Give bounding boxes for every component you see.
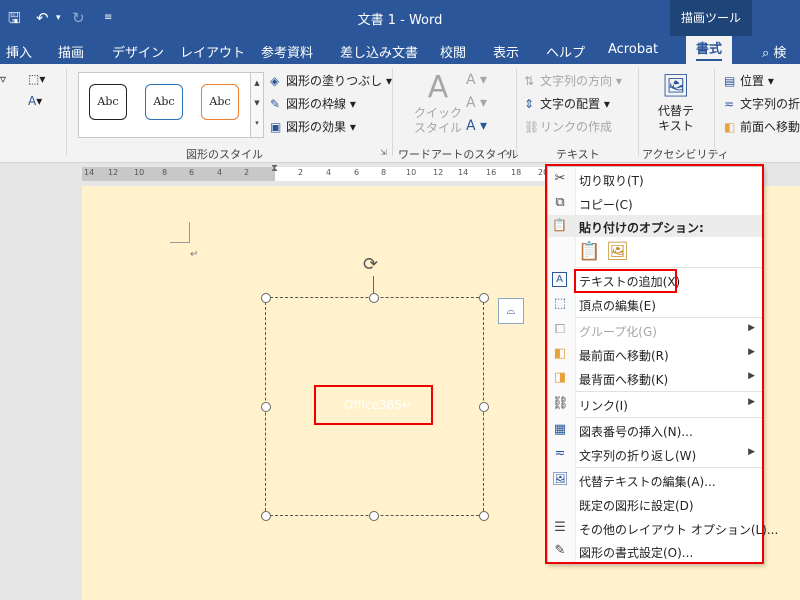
ruler-number: 14: [458, 168, 469, 177]
resize-handle-top-right[interactable]: [479, 293, 489, 303]
paragraph-mark: ↵: [190, 249, 199, 260]
ruler-number: 4: [217, 168, 223, 177]
text-direction-icon: ⇅: [524, 74, 535, 88]
shape-styles-group-label: 図形のスタイル: [186, 148, 263, 161]
ruler-number: 10: [134, 168, 145, 177]
bring-forward-button[interactable]: ◧ 前面へ移動: [724, 118, 800, 135]
ruler-number: 2: [244, 168, 250, 177]
wrap-text-button[interactable]: ≂ 文字列の折: [724, 95, 800, 112]
drawing-tools-context-title: 描画ツール: [670, 0, 752, 36]
tab-view[interactable]: 表示: [493, 42, 519, 61]
alt-text-label-1: 代替テ: [657, 104, 694, 118]
wordart-group-label: ワードアートのスタイル: [398, 148, 519, 161]
ribbon-separator: [714, 68, 715, 156]
shape-style-black[interactable]: Abc: [89, 84, 127, 120]
alt-text-button[interactable]: 🖼 代替テ キスト: [648, 70, 704, 134]
resize-handle-bottom-right[interactable]: [479, 511, 489, 521]
alt-text-icon: 🖼: [662, 74, 690, 99]
tab-references[interactable]: 参考資料: [261, 42, 313, 61]
ribbon: ▿ ⬚▾ A▾ Abc Abc Abc ▲ ▼ ▾ ◈ 図形の塗りつぶし ▾ ✎ 図形の…: [0, 64, 800, 163]
title-bar: 🖫 ↶ ▾ ↻ ≡ 文書 1 - Word 描画ツール: [0, 0, 800, 36]
context-menu-highlight: [545, 164, 764, 564]
shape-style-blue[interactable]: Abc: [145, 84, 183, 120]
ruler-number: 16: [486, 168, 497, 177]
ruler-number: 2: [298, 168, 304, 177]
resize-handle-bottom[interactable]: [369, 511, 379, 521]
text-group-label: テキスト: [556, 148, 600, 161]
text-direction-button[interactable]: ⇅ 文字列の方向 ▾: [524, 72, 622, 89]
shape-icon[interactable]: ▿: [0, 72, 6, 86]
ruler-number: 12: [433, 168, 444, 177]
layout-options-icon[interactable]: ⌓: [498, 298, 524, 324]
tab-acrobat[interactable]: Acrobat: [608, 42, 658, 57]
shape-text-highlight: [314, 385, 433, 425]
rotate-handle-icon[interactable]: ⟳: [363, 254, 378, 275]
shape-effects-button[interactable]: ▣ 図形の効果 ▾: [270, 118, 356, 135]
ruler-number: 18: [511, 168, 522, 177]
ruler-number: 10: [406, 168, 417, 177]
tab-format[interactable]: 書式: [686, 36, 733, 64]
tab-design[interactable]: デザイン: [112, 42, 164, 61]
ruler-number: 6: [189, 168, 195, 177]
ruler-number: 8: [162, 168, 168, 177]
align-text-button[interactable]: ⇕ 文字の配置 ▾: [524, 95, 610, 112]
create-link-button[interactable]: ⛓リンクの作成: [524, 118, 612, 135]
gallery-scroll[interactable]: ▲ ▼ ▾: [250, 72, 264, 138]
ruler-number: 14: [84, 168, 95, 177]
tab-help[interactable]: ヘルプ: [546, 42, 585, 61]
tab-draw[interactable]: 描画: [58, 42, 84, 61]
paint-bucket-icon: ◈: [270, 74, 280, 88]
ribbon-separator: [638, 68, 639, 156]
quick-styles-button[interactable]: A クイック スタイル: [408, 70, 468, 136]
text-box-icon[interactable]: A▾: [28, 94, 42, 108]
ribbon-separator: [66, 68, 67, 156]
wordart-a-icon: A: [427, 70, 449, 105]
ribbon-tabs: 挿入 描画 デザイン レイアウト 参考資料 差し込み文書 校閲 表示 ヘルプ A…: [0, 36, 800, 64]
indent-marker-icon[interactable]: ⧗: [271, 163, 278, 174]
position-icon: ▤: [724, 74, 736, 88]
alt-text-label-2: キスト: [658, 119, 694, 133]
tab-mailings[interactable]: 差し込み文書: [340, 42, 418, 61]
quick-styles-label-1: クイック: [413, 106, 462, 120]
tab-layout[interactable]: レイアウト: [180, 42, 245, 61]
position-button[interactable]: ▤ 位置 ▾: [724, 72, 774, 89]
accessibility-group-label: アクセシビリティ: [642, 148, 729, 161]
ruler-number: 6: [354, 168, 360, 177]
ruler-number: 4: [326, 168, 332, 177]
bring-forward-icon: ◧: [724, 120, 736, 134]
shape-fill-button[interactable]: ◈ 図形の塗りつぶし ▾: [270, 72, 392, 89]
tab-insert[interactable]: 挿入: [6, 42, 32, 61]
quick-styles-label-2: スタイル: [413, 121, 462, 135]
resize-handle-right[interactable]: [479, 402, 489, 412]
ribbon-separator: [516, 68, 517, 156]
ribbon-separator: [392, 68, 393, 156]
shape-style-gallery: Abc Abc Abc: [78, 72, 252, 138]
shape-effects-icon: ▣: [270, 120, 282, 134]
edit-shape-icon[interactable]: ⬚▾: [28, 72, 45, 86]
text-outline-icon[interactable]: A ▾: [466, 95, 487, 111]
ruler-number: 12: [108, 168, 119, 177]
margin-corner-mark: [170, 242, 190, 243]
ruler-number: 8: [381, 168, 387, 177]
wrap-text-icon: ≂: [724, 97, 735, 111]
link-icon: ⛓: [524, 120, 540, 134]
tell-me-search[interactable]: ⌕ 検: [762, 42, 786, 61]
dialog-launcher-icon[interactable]: ⇲: [504, 148, 511, 157]
resize-handle-top-left[interactable]: [261, 293, 271, 303]
tab-review[interactable]: 校閲: [440, 42, 466, 61]
margin-corner-mark: [189, 222, 190, 242]
dialog-launcher-icon[interactable]: ⇲: [380, 148, 387, 157]
text-fill-icon[interactable]: A ▾: [466, 72, 487, 88]
shape-outline-button[interactable]: ✎ 図形の枠線 ▾: [270, 95, 356, 112]
pen-outline-icon: ✎: [270, 97, 281, 111]
align-text-icon: ⇕: [524, 97, 535, 111]
shape-style-orange[interactable]: Abc: [201, 84, 239, 120]
search-icon: ⌕: [762, 46, 770, 61]
text-effects-icon[interactable]: A ▾: [466, 118, 487, 134]
resize-handle-top[interactable]: [369, 293, 379, 303]
resize-handle-bottom-left[interactable]: [261, 511, 271, 521]
resize-handle-left[interactable]: [261, 402, 271, 412]
